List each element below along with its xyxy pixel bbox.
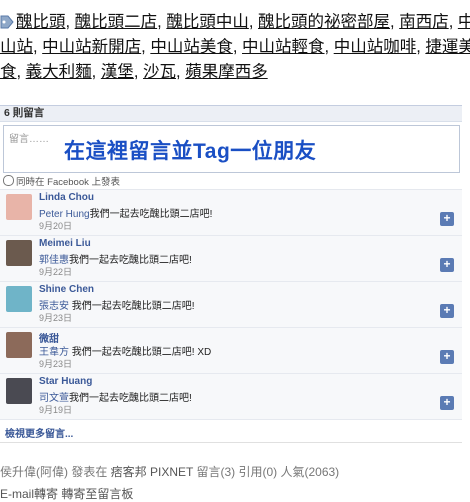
reply-icon[interactable]: + xyxy=(440,396,454,410)
comment-date[interactable]: 9月19日 xyxy=(39,403,72,416)
post-meta: 侯升偉(阿偉) 發表在 痞客邦 PIXNET 留言(3) 引用(0) 人氣(20… xyxy=(0,463,339,480)
comment-text: Peter Hung我們一起去吃醜比頭二店吧! xyxy=(39,205,212,220)
tag-separator: , xyxy=(65,13,75,31)
comment-item: Meimei Liu 郭佳惠我們一起去吃醜比頭二店吧! 9月22日 + xyxy=(0,236,462,282)
post-author: 侯升偉(阿偉) 發表在 xyxy=(0,465,111,479)
comment-item: Shine Chen 張志安 我們一起去吃醜比頭二店吧! 9月23日 + xyxy=(0,282,462,328)
site-link[interactable]: 痞客邦 PIXNET xyxy=(111,465,193,479)
comment-message: 我們一起去吃醜比頭二店吧! xyxy=(69,255,192,266)
commenter-name[interactable]: Star Huang xyxy=(39,376,92,387)
comment-text: 郭佳惠我們一起去吃醜比頭二店吧! xyxy=(39,251,192,266)
comment-text: 司文萱我們一起去吃醜比頭二店吧! xyxy=(39,389,192,404)
avatar[interactable] xyxy=(6,286,32,312)
tag-list: 醜比頭, 醜比頭二店, 醜比頭中山, 醜比頭的祕密部屋, 南西店, 中 山站, … xyxy=(0,10,470,85)
tag-line-2-items: 山站, 中山站新開店, 中山站美食, 中山站輕食, 中山站咖啡, 捷運美 xyxy=(0,38,470,56)
tag-link[interactable]: 醜比頭 xyxy=(16,13,66,31)
tag-separator: , xyxy=(133,63,144,81)
tag-link[interactable]: 捷運美 xyxy=(425,38,470,56)
view-more-comments-link[interactable]: 檢視更多留言... xyxy=(5,425,73,440)
tag-link[interactable]: 沙瓦 xyxy=(143,63,176,81)
tag-separator: , xyxy=(141,38,151,56)
tag-separator: , xyxy=(416,38,426,56)
tag-icon xyxy=(0,15,14,29)
comment-message: 我們一起去吃醜比頭二店吧! XD xyxy=(69,347,212,358)
tag-line-1-items: 醜比頭, 醜比頭二店, 醜比頭中山, 醜比頭的祕密部屋, 南西店, 中 xyxy=(16,13,470,31)
tag-link[interactable]: 醜比頭二店 xyxy=(75,13,158,31)
commenter-name[interactable]: Shine Chen xyxy=(39,284,94,295)
post-stats: 留言(3) 引用(0) 人氣(2063) xyxy=(193,465,340,479)
comment-date[interactable]: 9月20日 xyxy=(39,219,72,232)
tag-link[interactable]: 中山站新開店 xyxy=(42,38,141,56)
tag-link[interactable]: 醜比頭中山 xyxy=(166,13,249,31)
tag-separator: , xyxy=(248,13,259,31)
tag-separator: , xyxy=(33,38,43,56)
comment-message: 我們一起去吃醜比頭二店吧! xyxy=(69,301,195,312)
comment-item: 微甜 王韋方 我們一起去吃醜比頭二店吧! XD 9月23日 + xyxy=(0,328,462,374)
comment-message: 我們一起去吃醜比頭二店吧! xyxy=(89,209,213,220)
tag-line-2: 山站, 中山站新開店, 中山站美食, 中山站輕食, 中山站咖啡, 捷運美 xyxy=(0,35,470,60)
tag-separator: , xyxy=(176,63,186,81)
reply-icon[interactable]: + xyxy=(440,350,454,364)
tag-link[interactable]: 中山站輕食 xyxy=(242,38,325,56)
tag-separator: , xyxy=(232,38,243,56)
comment-item: Star Huang 司文萱我們一起去吃醜比頭二店吧! 9月19日 + xyxy=(0,374,462,420)
avatar[interactable] xyxy=(6,332,32,358)
tag-separator: , xyxy=(91,63,101,81)
comment-list: Linda Chou Peter Hung我們一起去吃醜比頭二店吧! 9月20日 + M… xyxy=(0,189,462,420)
tag-line-3-items: 食, 義大利麵, 漢堡, 沙瓦, 蘋果摩西多 xyxy=(0,63,268,81)
tag-link[interactable]: 中山站美食 xyxy=(150,38,233,56)
facebook-comments-box: 6 則留言 留言…… 在這裡留言並Tag一位朋友 同時在 Facebook 上發… xyxy=(0,105,462,435)
comment-message: 我們一起去吃醜比頭二店吧! xyxy=(69,393,192,404)
tag-line-3: 食, 義大利麵, 漢堡, 沙瓦, 蘋果摩西多 xyxy=(0,60,470,85)
reply-icon[interactable]: + xyxy=(440,304,454,318)
tag-separator: , xyxy=(390,13,400,31)
post-to-facebook-checkbox[interactable]: 同時在 Facebook 上發表 xyxy=(3,174,120,188)
comment-date[interactable]: 9月23日 xyxy=(39,311,72,324)
tag-line-1: 醜比頭, 醜比頭二店, 醜比頭中山, 醜比頭的祕密部屋, 南西店, 中 xyxy=(0,10,470,35)
tag-link[interactable]: 醜比頭的祕密部屋 xyxy=(258,13,390,31)
reply-icon[interactable]: + xyxy=(440,258,454,272)
comment-count-header: 6 則留言 xyxy=(0,105,462,122)
commenter-name[interactable]: Meimei Liu xyxy=(39,238,91,249)
comment-input[interactable]: 留言…… 在這裡留言並Tag一位朋友 xyxy=(3,125,460,173)
comment-placeholder: 留言…… xyxy=(9,134,49,145)
reply-icon[interactable]: + xyxy=(440,212,454,226)
divider xyxy=(0,442,462,443)
checkbox-icon[interactable] xyxy=(3,175,14,186)
tag-separator: , xyxy=(324,38,334,56)
comment-item: Linda Chou Peter Hung我們一起去吃醜比頭二店吧! 9月20日 + xyxy=(0,190,462,236)
tag-link[interactable]: 南西店 xyxy=(399,13,449,31)
post-to-facebook-label: 同時在 Facebook 上發表 xyxy=(16,177,120,188)
share-links[interactable]: E-mail轉寄 轉寄至留言板 xyxy=(0,485,133,502)
avatar[interactable] xyxy=(6,194,32,220)
comment-date[interactable]: 9月23日 xyxy=(39,357,72,370)
avatar[interactable] xyxy=(6,240,32,266)
comment-text: 王韋方 我們一起去吃醜比頭二店吧! XD xyxy=(39,343,211,358)
tag-separator: , xyxy=(16,63,26,81)
commenter-name[interactable]: Linda Chou xyxy=(39,192,94,203)
tag-separator: , xyxy=(448,13,458,31)
avatar[interactable] xyxy=(6,378,32,404)
tag-link[interactable]: 中山站咖啡 xyxy=(334,38,417,56)
tag-link[interactable]: 山站 xyxy=(0,38,33,56)
tag-separator: , xyxy=(157,13,167,31)
comment-overlay-caption: 在這裡留言並Tag一位朋友 xyxy=(64,140,317,163)
comment-date[interactable]: 9月22日 xyxy=(39,265,72,278)
tag-link[interactable]: 蘋果摩西多 xyxy=(185,63,268,81)
tag-link[interactable]: 食 xyxy=(0,63,17,81)
comment-text: 張志安 我們一起去吃醜比頭二店吧! xyxy=(39,297,195,312)
tag-link[interactable]: 漢堡 xyxy=(101,63,134,81)
tag-link[interactable]: 義大利麵 xyxy=(26,63,92,81)
tag-link[interactable]: 中 xyxy=(458,13,470,31)
